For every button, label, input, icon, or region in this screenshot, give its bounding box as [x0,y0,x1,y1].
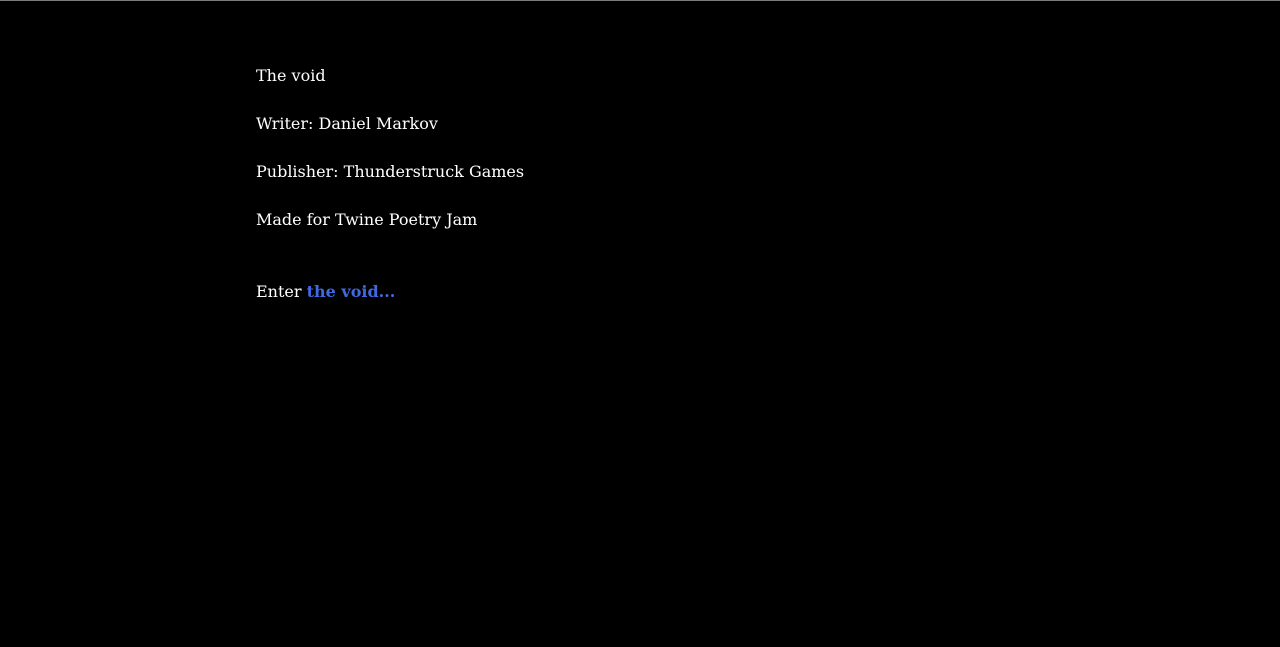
story-passage: The void Writer: Daniel Markov Publisher… [256,64,1016,328]
top-border [0,0,1280,1]
enter-void-link[interactable]: the void... [307,282,396,301]
writer-credit: Writer: Daniel Markov [256,114,438,133]
enter-line: Enter the void... [256,280,1016,304]
jam-credit: Made for Twine Poetry Jam [256,210,478,229]
enter-prefix: Enter [256,282,302,301]
story-title: The void [256,66,326,85]
publisher-credit: Publisher: Thunderstruck Games [256,162,525,181]
